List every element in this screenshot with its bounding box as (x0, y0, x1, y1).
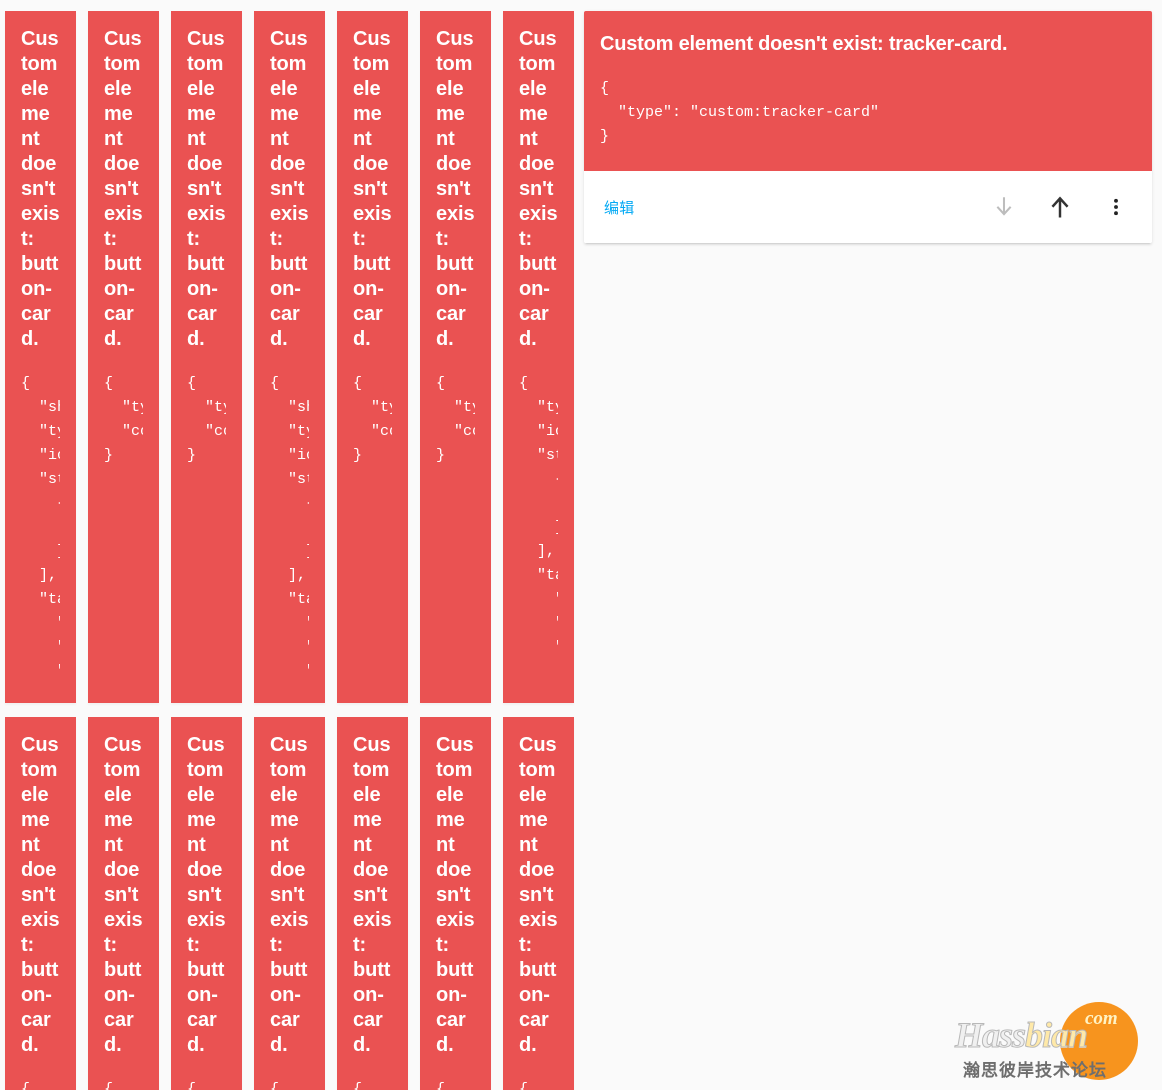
error-card-config-json: { ″type ″icon ″styl { } ], ″tap_ ″ac ″se… (519, 375, 558, 656)
error-card-title: Custom element doesn't exist: button-car… (21, 28, 60, 350)
button-card-error-card: Custom element doesn't exist: button-car… (420, 717, 491, 1090)
error-card-column: Custom element doesn't exist: button-car… (88, 717, 159, 1090)
error-card-column: Custom element doesn't exist: button-car… (254, 11, 325, 703)
dots-vertical-icon (1105, 196, 1127, 218)
error-card-column: Custom element doesn't exist: button-car… (420, 717, 491, 1090)
error-card-config-json: { ″show ″type ″icon ″styl { } } (353, 1081, 363, 1090)
button-card-error-card: Custom element doesn't exist: button-car… (254, 11, 325, 703)
card-overflow-menu-button[interactable] (1092, 183, 1140, 231)
hassbian-watermark: Hassbian com 瀚思彼岸技术论坛 (954, 1000, 1155, 1090)
error-card-title: Custom element doesn't exist: tracker-ca… (600, 33, 1008, 55)
button-card-error-card: Custom element doesn't exist: button-car… (337, 717, 408, 1090)
error-card-config-json: { ″show ″type ″icon ″styl { } ], ″tap_ ″… (21, 375, 60, 680)
button-card-error-card: Custom element doesn't exist: button-car… (171, 717, 242, 1090)
button-card-error-card: Custom element doesn't exist: button-car… (88, 717, 159, 1090)
edit-button[interactable]: 编辑 (592, 189, 647, 226)
error-card-title: Custom element doesn't exist: button-car… (270, 734, 309, 1056)
error-card-title: Custom element doesn't exist: button-car… (353, 734, 392, 1056)
error-card-config-json: { ″type ″colo } (436, 375, 475, 464)
error-card-title: Custom element doesn't exist: button-car… (519, 734, 558, 1056)
button-card-error-card: Custom element doesn't exist: button-car… (5, 11, 76, 703)
error-card-config-json: { ″type ″colo } (353, 375, 392, 464)
tracker-card-error-card: Custom element doesn't exist: tracker-ca… (584, 11, 1152, 243)
error-card-config-json: { ″type ″icon ″styl { } ], (519, 1081, 529, 1090)
watermark-brand-prefix: Hass (954, 1015, 1026, 1056)
error-card-column: Custom element doesn't exist: button-car… (254, 717, 325, 1090)
arrow-down-icon (991, 194, 1017, 220)
button-card-error-card: Custom element doesn't exist: button-car… (171, 11, 242, 703)
lovelace-dashboard: Custom element doesn't exist: button-car… (0, 0, 1162, 1090)
error-card-column: Custom element doesn't exist: button-car… (337, 717, 408, 1090)
error-card-column: Custom element doesn't exist: button-car… (5, 11, 76, 703)
error-card-title: Custom element doesn't exist: button-car… (270, 28, 309, 350)
error-card-actions: 编辑 (584, 171, 1152, 243)
error-card-title: Custom element doesn't exist: button-car… (187, 734, 226, 1056)
error-card-config-json: { ″show ″type ″icon ″styl { } } (187, 1081, 197, 1090)
move-card-up-button[interactable] (1036, 183, 1084, 231)
error-card-title: Custom element doesn't exist: button-car… (187, 28, 226, 350)
button-card-error-card: Custom element doesn't exist: button-car… (420, 11, 491, 703)
error-card-column: Custom element doesn't exist: button-car… (88, 11, 159, 703)
error-card-column: Custom element doesn't exist: button-car… (503, 11, 574, 703)
error-card-title: Custom element doesn't exist: button-car… (104, 28, 143, 350)
button-card-error-card: Custom element doesn't exist: button-car… (5, 717, 76, 1090)
error-card-column: Custom element doesn't exist: button-car… (5, 717, 76, 1090)
watermark-tld: com (1085, 1008, 1118, 1029)
error-card-config-json: { ″type ″colo } (104, 375, 143, 464)
error-card-title: Custom element doesn't exist: button-car… (21, 734, 60, 1056)
error-card-config-json: { ″type ″colo } (436, 1081, 446, 1090)
watermark-circle (1060, 1002, 1138, 1080)
arrow-up-icon (1046, 193, 1074, 221)
error-card-body: Custom element doesn't exist: tracker-ca… (584, 11, 1152, 171)
error-card-title: Custom element doesn't exist: button-car… (436, 734, 475, 1056)
error-card-config-json: { ″type ″icon ″styl { } ], ″tap (21, 1081, 31, 1090)
error-card-column: Custom element doesn't exist: button-car… (337, 11, 408, 703)
button-card-error-card: Custom element doesn't exist: button-car… (254, 717, 325, 1090)
error-card-column: Custom element doesn't exist: button-car… (420, 11, 491, 703)
watermark-brand: Hassbian (954, 1014, 1155, 1056)
error-card-title: Custom element doesn't exist: button-car… (353, 28, 392, 350)
error-card-title: Custom element doesn't exist: button-car… (104, 734, 143, 1056)
button-card-error-card: Custom element doesn't exist: button-car… (88, 11, 159, 703)
error-card-column: Custom element doesn't exist: button-car… (171, 717, 242, 1090)
error-card-title: Custom element doesn't exist: button-car… (519, 28, 558, 350)
watermark-subtitle: 瀚思彼岸技术论坛 (963, 1061, 1107, 1081)
button-card-error-card: Custom element doesn't exist: button-car… (503, 717, 574, 1090)
error-card-config-json: { ″type ″colo } (104, 1081, 114, 1090)
error-card-config-json: { ″type″: ″custom:tracker-card″ } (600, 80, 880, 145)
error-card-title: Custom element doesn't exist: button-car… (436, 28, 475, 350)
button-card-error-card: Custom element doesn't exist: button-car… (337, 11, 408, 703)
error-card-config-json: { ″enti ″name ″styl { } ], (270, 1081, 280, 1090)
button-card-error-card: Custom element doesn't exist: button-car… (503, 11, 574, 703)
watermark-brand-suffix: bian (1025, 1015, 1089, 1056)
error-card-config-json: { ″show ″type ″icon ″styl { } ], ″tap_ ″… (270, 375, 309, 680)
error-card-config-json: { ″type ″colo } (187, 375, 226, 464)
error-card-column: Custom element doesn't exist: button-car… (171, 11, 242, 703)
error-card-column: Custom element doesn't exist: button-car… (503, 717, 574, 1090)
move-card-down-button[interactable] (980, 183, 1028, 231)
